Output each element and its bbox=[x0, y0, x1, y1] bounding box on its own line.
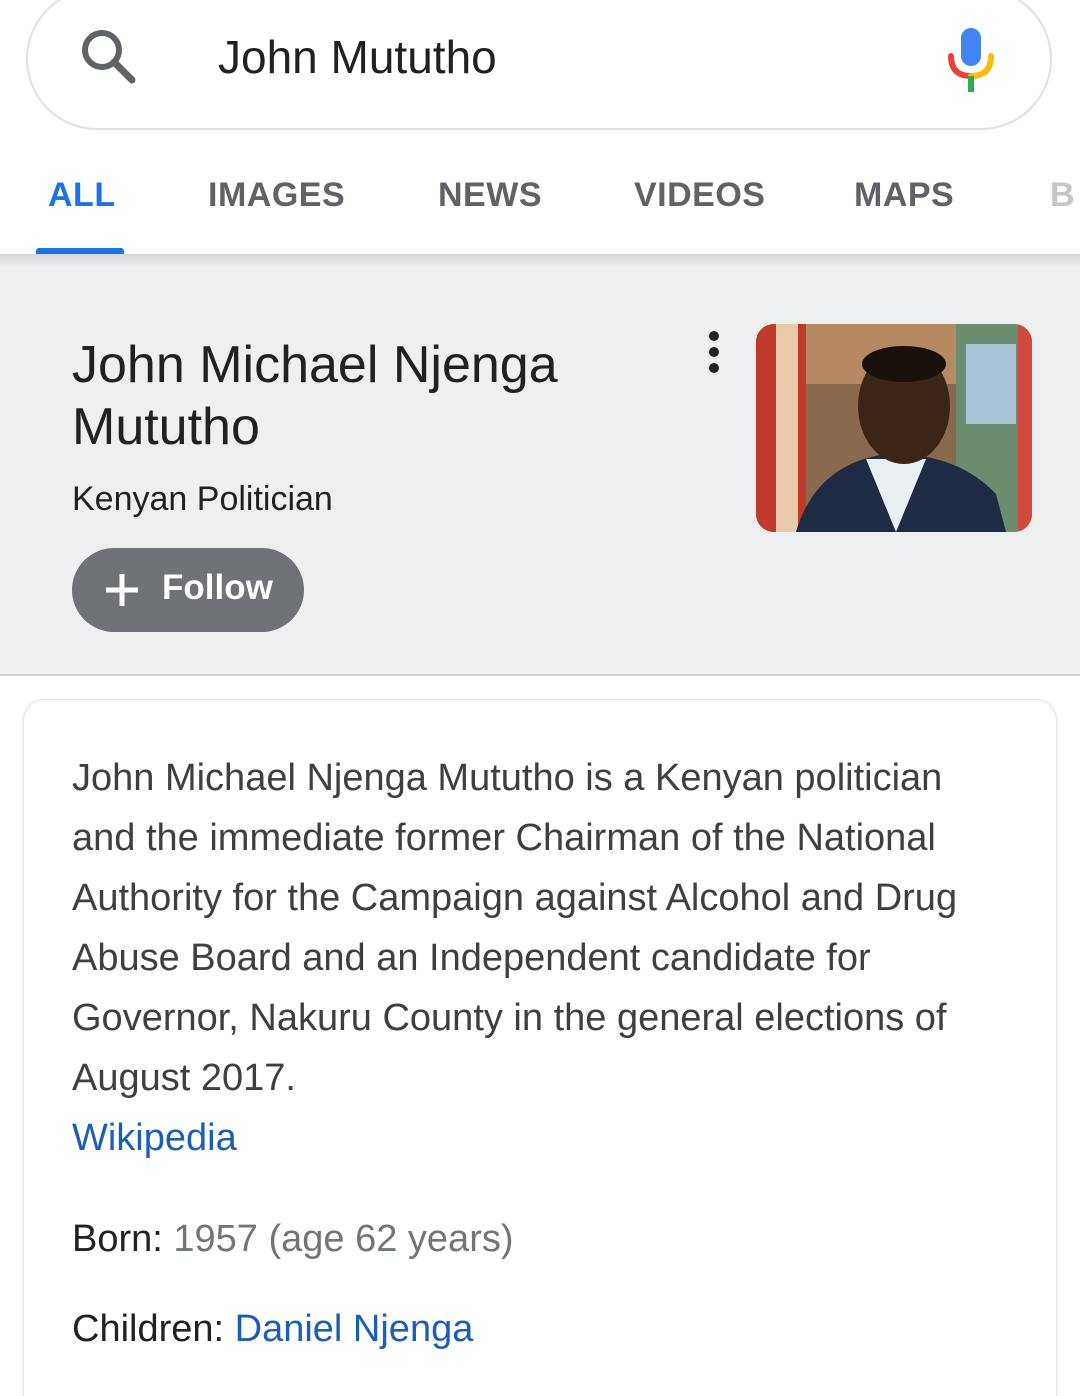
search-tabs: ALL IMAGES NEWS VIDEOS MAPS B bbox=[0, 150, 1080, 254]
tab-more-partial[interactable]: B bbox=[1050, 176, 1075, 215]
search-results-page: John Mututho ALL IMAGES NEWS VIDEOS MAPS… bbox=[0, 0, 1080, 1396]
search-icon[interactable] bbox=[78, 26, 138, 86]
entity-description: John Michael Njenga Mututho is a Kenyan … bbox=[72, 748, 1002, 1168]
plus-icon bbox=[106, 574, 138, 606]
fact-born-label: Born: bbox=[72, 1218, 163, 1260]
tab-all[interactable]: ALL bbox=[48, 176, 116, 215]
description-text: John Michael Njenga Mututho is a Kenyan … bbox=[72, 757, 958, 1099]
mic-icon[interactable] bbox=[946, 26, 996, 94]
tab-maps[interactable]: MAPS bbox=[854, 176, 954, 215]
entity-photo[interactable] bbox=[756, 324, 1032, 532]
follow-button-label: Follow bbox=[162, 568, 273, 607]
fact-born: Born: 1957 (age 62 years) bbox=[72, 1218, 514, 1261]
tab-images[interactable]: IMAGES bbox=[208, 176, 345, 215]
description-card: John Michael Njenga Mututho is a Kenyan … bbox=[24, 700, 1056, 1396]
more-vert-icon[interactable] bbox=[700, 330, 728, 376]
fact-children: Children: Daniel Njenga bbox=[72, 1308, 473, 1351]
search-bar[interactable]: John Mututho bbox=[26, 0, 1052, 130]
entity-title: John Michael Njenga Mututho bbox=[72, 336, 558, 456]
tab-news[interactable]: NEWS bbox=[438, 176, 542, 215]
tab-videos[interactable]: VIDEOS bbox=[634, 176, 765, 215]
fact-children-link[interactable]: Daniel Njenga bbox=[235, 1308, 474, 1350]
tabs-divider-shadow bbox=[0, 254, 1080, 276]
search-input[interactable]: John Mututho bbox=[218, 30, 497, 84]
knowledge-panel-header: John Michael Njenga Mututho Kenyan Polit… bbox=[0, 276, 1080, 676]
fact-born-value: 1957 (age 62 years) bbox=[173, 1218, 514, 1260]
follow-button[interactable]: Follow bbox=[72, 548, 304, 632]
fact-children-label: Children: bbox=[72, 1308, 225, 1350]
wikipedia-link[interactable]: Wikipedia bbox=[72, 1117, 237, 1159]
entity-subtitle: Kenyan Politician bbox=[72, 480, 333, 518]
